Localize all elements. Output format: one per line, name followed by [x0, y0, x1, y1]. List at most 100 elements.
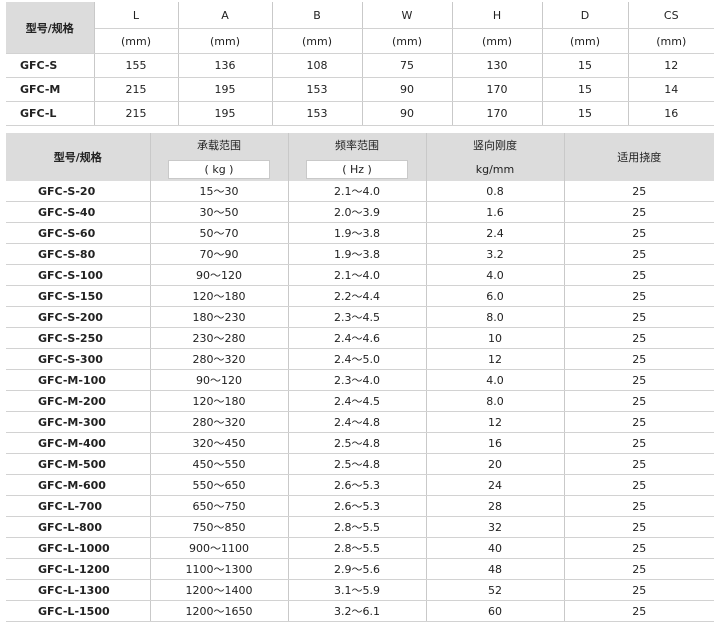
t2-row: GFC-S-100 90～120 2.1～4.0 4.0 25	[6, 264, 714, 286]
t1-col-unit: (mm)	[272, 28, 363, 54]
t2-stiffness-cell: 4.0	[426, 264, 565, 286]
t2-load-cell: 180～230	[150, 306, 289, 328]
t2-freq-cell: 2.4～5.0	[288, 348, 427, 370]
t2-row: GFC-L-800 750～850 2.8～5.5 32 25	[6, 516, 714, 538]
t2-freq-cell: 2.3～4.5	[288, 306, 427, 328]
t2-freq-cell: 2.1～4.0	[288, 264, 427, 286]
t2-load-cell: 120～180	[150, 390, 289, 412]
t2-load-cell: 120～180	[150, 285, 289, 307]
t1-value-cell: 108	[272, 53, 363, 78]
t1-value-cell: 90	[362, 77, 453, 102]
t2-deflection-cell: 25	[564, 432, 714, 454]
t2-stiffness-cell: 32	[426, 516, 565, 538]
t2-model-cell: GFC-S-20	[6, 181, 151, 202]
t2-stiffness-cell: 28	[426, 495, 565, 517]
t2-load-cell: 900～1100	[150, 537, 289, 559]
t2-unit-freq-cell: ( Hz )	[288, 157, 427, 181]
t2-model-cell: GFC-S-250	[6, 327, 151, 349]
t1-row: GFC-L 215 195 153 90 170 15 16	[6, 101, 714, 126]
t2-unit-load: ( kg )	[168, 159, 270, 179]
t2-deflection-cell: 25	[564, 474, 714, 496]
t2-freq-cell: 2.4～4.6	[288, 327, 427, 349]
t2-row: GFC-M-500 450～550 2.5～4.8 20 25	[6, 453, 714, 475]
t2-model-cell: GFC-M-400	[6, 432, 151, 454]
t2-freq-cell: 2.0～3.9	[288, 201, 427, 223]
t1-row: GFC-M 215 195 153 90 170 15 14	[6, 77, 714, 102]
t2-model-cell: GFC-L-1000	[6, 537, 151, 559]
t2-stiffness-cell: 8.0	[426, 306, 565, 328]
t2-deflection-cell: 25	[564, 348, 714, 370]
t1-value-cell: 195	[178, 101, 273, 126]
t2-header-stiffness: 竖向刚度	[426, 133, 565, 157]
t2-stiffness-cell: 48	[426, 558, 565, 580]
t2-model-cell: GFC-S-40	[6, 201, 151, 223]
t2-freq-cell: 2.6～5.3	[288, 495, 427, 517]
t2-row: GFC-M-300 280～320 2.4～4.8 12 25	[6, 411, 714, 433]
t1-model-cell: GFC-L	[6, 101, 95, 126]
t2-model-cell: GFC-M-500	[6, 453, 151, 475]
t2-load-cell: 70～90	[150, 243, 289, 265]
t2-row: GFC-L-700 650～750 2.6～5.3 28 25	[6, 495, 714, 517]
t2-stiffness-cell: 24	[426, 474, 565, 496]
t2-stiffness-cell: 12	[426, 411, 565, 433]
t2-deflection-cell: 25	[564, 453, 714, 475]
t2-stiffness-cell: 40	[426, 537, 565, 559]
t1-value-cell: 15	[542, 77, 629, 102]
t2-load-cell: 280～320	[150, 411, 289, 433]
t2-deflection-cell: 25	[564, 495, 714, 517]
t1-col-name: D	[542, 2, 629, 29]
dimensions-table: 型号/规格 L A B W H D CS (mm) (mm) (mm) (mm)…	[6, 2, 714, 126]
t1-col-unit: (mm)	[452, 28, 543, 54]
t2-row: GFC-L-1500 1200～1650 3.2～6.1 60 25	[6, 600, 714, 622]
t2-freq-cell: 2.3～4.0	[288, 369, 427, 391]
t1-col-name: CS	[628, 2, 714, 29]
t1-value-cell: 130	[452, 53, 543, 78]
t2-deflection-cell: 25	[564, 306, 714, 328]
t1-col-unit: (mm)	[178, 28, 273, 54]
t2-deflection-cell: 25	[564, 222, 714, 244]
t2-deflection-cell: 25	[564, 285, 714, 307]
t2-deflection-cell: 25	[564, 243, 714, 265]
t2-stiffness-cell: 20	[426, 453, 565, 475]
t1-value-cell: 90	[362, 101, 453, 126]
t2-stiffness-cell: 1.6	[426, 201, 565, 223]
t1-value-cell: 75	[362, 53, 453, 78]
t2-freq-cell: 2.8～5.5	[288, 516, 427, 538]
t2-model-cell: GFC-S-200	[6, 306, 151, 328]
t2-load-cell: 650～750	[150, 495, 289, 517]
t2-model-cell: GFC-L-800	[6, 516, 151, 538]
t2-row: GFC-S-250 230～280 2.4～4.6 10 25	[6, 327, 714, 349]
t1-col-name: H	[452, 2, 543, 29]
t1-value-cell: 15	[542, 53, 629, 78]
t2-unit-load-cell: ( kg )	[150, 157, 289, 181]
t2-deflection-cell: 25	[564, 600, 714, 622]
t2-load-cell: 1200～1650	[150, 600, 289, 622]
t2-row: GFC-S-40 30～50 2.0～3.9 1.6 25	[6, 201, 714, 223]
t2-deflection-cell: 25	[564, 327, 714, 349]
t2-row: GFC-L-1300 1200～1400 3.1～5.9 52 25	[6, 579, 714, 601]
t2-header-deflection: 适用挠度	[617, 151, 662, 164]
t2-freq-cell: 1.9～3.8	[288, 222, 427, 244]
t1-value-cell: 170	[452, 101, 543, 126]
t2-load-cell: 230～280	[150, 327, 289, 349]
t1-value-cell: 215	[94, 77, 179, 102]
t1-col-name: W	[362, 2, 453, 29]
t2-deflection-cell: 25	[564, 264, 714, 286]
t2-stiffness-cell: 4.0	[426, 369, 565, 391]
t2-model-cell: GFC-S-80	[6, 243, 151, 265]
t2-deflection-cell: 25	[564, 579, 714, 601]
t2-load-cell: 90～120	[150, 264, 289, 286]
t2-freq-cell: 3.2～6.1	[288, 600, 427, 622]
t2-stiffness-cell: 16	[426, 432, 565, 454]
t1-col-unit: (mm)	[628, 28, 714, 54]
t1-col-name: A	[178, 2, 273, 29]
t2-load-cell: 15～30	[150, 181, 289, 202]
t2-stiffness-cell: 8.0	[426, 390, 565, 412]
t1-row: GFC-S 155 136 108 75 130 15 12	[6, 53, 714, 78]
t2-model-cell: GFC-S-100	[6, 264, 151, 286]
t2-model-cell: GFC-M-200	[6, 390, 151, 412]
t2-row: GFC-M-100 90～120 2.3～4.0 4.0 25	[6, 369, 714, 391]
t1-value-cell: 153	[272, 101, 363, 126]
t2-freq-cell: 1.9～3.8	[288, 243, 427, 265]
t2-model-cell: GFC-M-100	[6, 369, 151, 391]
